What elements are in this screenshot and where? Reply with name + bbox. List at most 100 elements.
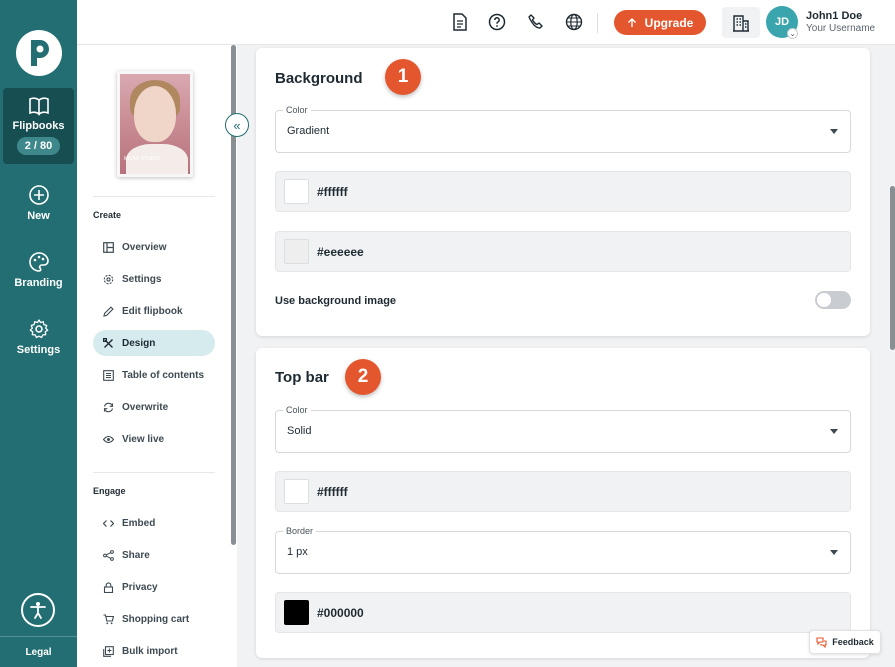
subnav-item-bulk-import[interactable]: Bulk import (93, 638, 215, 664)
subnav-label: Share (122, 549, 150, 561)
code-icon (103, 519, 114, 527)
select-value: Gradient (287, 125, 330, 137)
color-hex-value: #eeeeee (317, 245, 364, 259)
step-badge-1: 1 (385, 59, 421, 95)
plus-circle-icon (28, 185, 49, 205)
app-logo[interactable] (16, 30, 62, 76)
subnav-divider (93, 196, 215, 197)
color-swatch[interactable] (284, 239, 309, 264)
subnav-item-table-of-contents[interactable]: Table of contents (93, 362, 215, 388)
top-bar-title: Top bar (275, 369, 329, 386)
select-value: Solid (287, 425, 312, 437)
main-scrollbar[interactable] (890, 186, 895, 350)
select-label: Border (283, 526, 317, 536)
background-color-2-field[interactable]: #eeeeee (275, 231, 851, 272)
rail-item-label: New (27, 210, 50, 222)
background-color-select[interactable]: Color Gradient (275, 105, 851, 153)
subnav-item-view-live[interactable]: View live (93, 426, 215, 452)
subnav-item-shopping-cart[interactable]: Shopping cart (93, 606, 215, 632)
upgrade-button[interactable]: Upgrade (614, 10, 706, 35)
flipbook-subnav: MILAN STUDIO Create Overview Settings Ed… (77, 45, 237, 667)
select-label: Color (283, 405, 311, 415)
subnav-label: Design (122, 337, 156, 349)
subnav-item-privacy[interactable]: Privacy (93, 574, 215, 600)
top-bar-border-select[interactable]: Border 1 px (275, 526, 851, 574)
pencil-icon (103, 305, 114, 317)
feedback-button[interactable]: Feedback (809, 630, 881, 654)
rail-item-label: Flipbooks (12, 120, 65, 132)
feedback-icon (816, 636, 827, 648)
subnav-item-overwrite[interactable]: Overwrite (93, 394, 215, 420)
color-swatch[interactable] (284, 179, 309, 204)
caret-down-icon (830, 429, 838, 434)
topbar-separator (597, 13, 598, 33)
double-chevron-left-icon: « (233, 117, 241, 133)
user-name: John1 Doe (806, 10, 863, 22)
design-tools-icon (103, 337, 113, 348)
upgrade-label: Upgrade (644, 15, 694, 30)
rail-item-new[interactable]: New (3, 184, 74, 222)
subnav-label: Overwrite (122, 401, 169, 413)
thumbnail-caption: MILAN STUDIO (124, 156, 160, 162)
rail-item-flipbooks[interactable]: Flipbooks 2 / 80 (3, 88, 74, 164)
gear-icon (29, 319, 48, 339)
document-icon[interactable] (450, 12, 470, 32)
rail-item-label: Settings (16, 344, 61, 356)
main-sidebar: Flipbooks 2 / 80 New Branding Settings L… (0, 0, 77, 667)
eye-icon (103, 435, 114, 443)
select-value: 1 px (287, 546, 308, 558)
background-image-label: Use background image (275, 295, 397, 307)
subnav-item-design[interactable]: Design (93, 330, 215, 356)
palette-icon (28, 252, 49, 272)
background-image-toggle[interactable] (815, 291, 851, 309)
color-hex-value: #000000 (317, 606, 364, 620)
background-title: Background (275, 70, 363, 87)
collapse-sidebar-button[interactable]: « (225, 113, 249, 137)
rail-item-branding[interactable]: Branding (3, 251, 74, 289)
layout-icon (103, 241, 114, 253)
subnav-label: Bulk import (122, 645, 178, 657)
select-label: Color (283, 105, 311, 115)
subnav-label: Shopping cart (122, 613, 190, 625)
flipbook-thumbnail[interactable]: MILAN STUDIO (117, 71, 193, 177)
top-bar-border-color-field[interactable]: #000000 (275, 592, 851, 633)
feedback-label: Feedback (832, 637, 874, 647)
share-icon (103, 549, 114, 561)
background-color-1-field[interactable]: #ffffff (275, 171, 851, 212)
import-icon (103, 645, 114, 657)
help-icon[interactable] (487, 12, 507, 32)
rail-item-settings[interactable]: Settings (3, 318, 74, 356)
user-username: Your Username (806, 23, 876, 34)
language-globe-icon[interactable] (564, 12, 584, 32)
subnav-item-overview[interactable]: Overview (93, 234, 215, 260)
accessibility-icon (30, 602, 46, 619)
subnav-item-embed[interactable]: Embed (93, 510, 215, 536)
top-bar-color-select[interactable]: Color Solid (275, 405, 851, 453)
subnav-label: Settings (122, 273, 162, 285)
top-bar-color-field[interactable]: #ffffff (275, 471, 851, 512)
cart-icon (103, 613, 114, 624)
top-bar-card: Top bar 2 Color Solid #ffffff Border 1 p… (256, 348, 870, 658)
color-hex-value: #ffffff (317, 185, 348, 199)
accessibility-button[interactable] (21, 593, 55, 627)
phone-icon[interactable] (526, 12, 546, 32)
organization-button[interactable] (722, 7, 760, 38)
subnav-divider (93, 472, 215, 473)
color-hex-value: #ffffff (317, 485, 348, 499)
legal-link[interactable]: Legal (0, 647, 77, 658)
subnav-item-settings[interactable]: Settings (93, 266, 215, 292)
rail-divider (0, 636, 77, 637)
gear-icon (103, 274, 114, 284)
open-book-icon (28, 97, 49, 116)
subnav-item-edit-flipbook[interactable]: Edit flipbook (93, 298, 215, 324)
caret-down-icon (830, 129, 838, 134)
engage-heading: Engage (93, 486, 126, 496)
chevron-down-icon[interactable]: ⌄ (787, 28, 798, 39)
arrow-up-icon (627, 17, 636, 27)
color-swatch[interactable] (284, 479, 309, 504)
color-swatch[interactable] (284, 600, 309, 625)
building-icon (733, 14, 749, 32)
subnav-label: Overview (122, 241, 167, 253)
subnav-item-share[interactable]: Share (93, 542, 215, 568)
lock-icon (103, 581, 114, 593)
